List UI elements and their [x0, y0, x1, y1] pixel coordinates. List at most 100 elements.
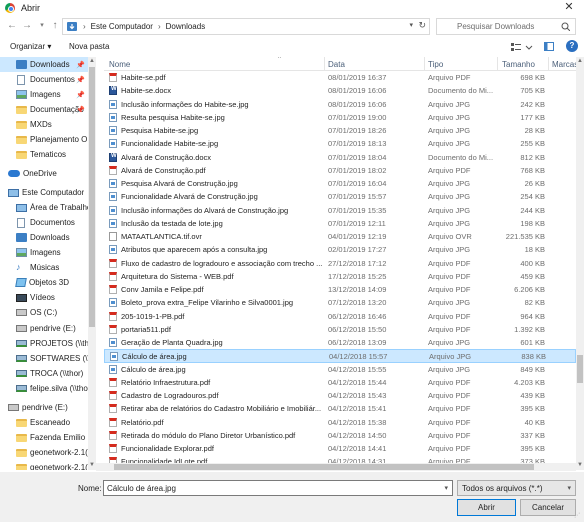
column-header-name[interactable]: Nome [109, 60, 130, 69]
breadcrumb-downloads[interactable]: Downloads [166, 22, 206, 31]
file-row[interactable]: portaria511.pdf 06/12/2018 15:50 Arquivo P… [104, 323, 576, 336]
pin-icon[interactable]: 📌 [76, 106, 85, 114]
sidebar-item[interactable]: Vídeos [0, 290, 88, 305]
scroll-up-icon[interactable]: ▲ [576, 57, 584, 66]
file-row[interactable]: Fluxo de cadastro de logradouro e associ… [104, 257, 576, 270]
file-row[interactable]: Habite-se.pdf 08/01/2019 16:37 Arquivo PDF… [104, 71, 576, 84]
open-button[interactable]: Abrir [457, 499, 516, 516]
sidebar-item[interactable]: Documentos 📌 [0, 72, 88, 87]
file-row[interactable]: Pesquisa Alvará de Construção.jpg 07/01/2… [104, 177, 576, 190]
column-header-type[interactable]: Tipo [428, 60, 443, 69]
sidebar-item[interactable]: Planejamento O [0, 132, 88, 147]
scroll-up-icon[interactable]: ▲ [88, 57, 96, 66]
column-header-tags[interactable]: Marcas [552, 60, 576, 69]
preview-pane-icon[interactable] [544, 42, 554, 51]
file-row[interactable]: Relatório.pdf 04/12/2018 15:38 Arquivo PDF… [104, 416, 576, 429]
sidebar-item[interactable]: pendrive (E:) [0, 400, 88, 415]
file-row[interactable]: Resulta pesquisa Habite-se.jpg 07/01/2019… [104, 111, 576, 124]
search-input[interactable]: Pesquisar Downloads [436, 18, 576, 35]
sidebar-item[interactable]: Objetos 3D [0, 275, 88, 290]
view-options-icon[interactable] [511, 42, 533, 52]
sidebar-item[interactable]: TROCA (\\thor) [0, 366, 88, 381]
column-divider[interactable] [424, 57, 425, 71]
column-header-date[interactable]: Data [328, 60, 345, 69]
sidebar-item[interactable]: Documentos [0, 215, 88, 230]
file-row[interactable]: Alvará de Construção.pdf 07/01/2019 18:02… [104, 164, 576, 177]
sidebar-item[interactable]: Documentação 📌 [0, 102, 88, 117]
recent-locations-icon[interactable]: ▾ [36, 19, 48, 33]
file-row[interactable]: Atributos que aparecem após a consulta.j… [104, 243, 576, 256]
file-row[interactable]: Boleto_prova extra_Felipe Vilarinho e Si… [104, 296, 576, 309]
sidebar-item[interactable]: Fazenda Emilio [0, 430, 88, 445]
sidebar-item[interactable]: Downloads [0, 230, 88, 245]
file-row[interactable]: Funcionalidade Alvará de Construção.jpg 0… [104, 190, 576, 203]
breadcrumb-este-computador[interactable]: Este Computador [91, 22, 153, 31]
filename-input[interactable]: Cálculo de área.jpg ▾ [103, 480, 453, 496]
file-row[interactable]: Conv Jamila e Felipe.pdf 13/12/2018 14:09… [104, 283, 576, 296]
sidebar-item[interactable]: Downloads 📌 [0, 57, 88, 72]
sidebar-item[interactable]: Imagens 📌 [0, 87, 88, 102]
chevron-down-icon[interactable]: ▾ [567, 484, 571, 492]
sidebar-item[interactable]: OneDrive [0, 166, 88, 181]
scrollbar-thumb[interactable] [114, 464, 534, 470]
sidebar-item[interactable]: SOFTWARES (\\th [0, 351, 88, 366]
sidebar-item[interactable]: geonetwork-2.1( [0, 445, 88, 460]
sidebar-item[interactable]: OS (C:) [0, 305, 88, 320]
organize-button[interactable]: Organizar ▾ [10, 42, 51, 51]
file-row[interactable]: Cálculo de área.jpg 04/12/2018 15:55 Arqui… [104, 363, 576, 376]
sidebar-item[interactable]: felipe.silva (\\tho [0, 381, 88, 396]
file-row[interactable]: Retirada do módulo do Plano Diretor Urba… [104, 429, 576, 442]
sidebar-item[interactable]: geonetwork-2.1( [0, 460, 88, 470]
file-row[interactable]: Alvará de Construção.docx 07/01/2019 18:0… [104, 151, 576, 164]
pin-icon[interactable]: 📌 [76, 76, 85, 84]
file-row[interactable]: MATAATLANTICA.tif.ovr 04/01/2019 12:19 Arq… [104, 230, 576, 243]
pin-icon[interactable]: 📌 [76, 61, 85, 69]
sidebar-item[interactable]: Este Computador [0, 185, 88, 200]
search-icon[interactable] [561, 22, 570, 31]
column-divider[interactable] [497, 57, 498, 71]
column-header-size[interactable]: Tamanho [502, 60, 535, 69]
chevron-down-icon[interactable]: ▾ [444, 484, 448, 492]
file-type-select[interactable]: Todos os arquivos (*.*) ▾ [457, 480, 576, 496]
sidebar-item[interactable]: Escaneado [0, 415, 88, 430]
file-row[interactable]: 205-1019-1-PB.pdf 06/12/2018 16:46 Arquivo… [104, 310, 576, 323]
file-row[interactable]: Cadastro de Logradouros.pdf 04/12/2018 15… [104, 389, 576, 402]
help-icon[interactable]: ? [566, 40, 578, 52]
scrollbar-thumb[interactable] [89, 67, 95, 327]
file-row[interactable]: Relatório Infraestrutura.pdf 04/12/2018 1… [104, 376, 576, 389]
file-row[interactable]: Pesquisa Habite-se.jpg 07/01/2019 18:26 Ar… [104, 124, 576, 137]
file-list-scrollbar[interactable]: ▲ ▼ [576, 57, 584, 470]
sidebar-item[interactable]: PROJETOS (\\thor [0, 336, 88, 351]
resize-grip-icon[interactable]: ⋰ [574, 512, 582, 520]
column-divider[interactable] [548, 57, 549, 71]
new-folder-button[interactable]: Nova pasta [69, 42, 109, 51]
sidebar-item[interactable]: Imagens [0, 245, 88, 260]
cancel-button[interactable]: Cancelar [520, 499, 576, 516]
file-row[interactable]: Cálculo de área.jpg 04/12/2018 15:57 Arqui… [104, 349, 576, 363]
pin-icon[interactable]: 📌 [76, 91, 85, 99]
refresh-icon[interactable]: ↻ [418, 20, 426, 31]
file-row[interactable]: Geração de Planta Quadra.jpg 06/12/2018 1… [104, 336, 576, 349]
sidebar-item[interactable]: MXDs [0, 117, 88, 132]
chevron-down-icon[interactable]: ▾ [409, 21, 413, 29]
sidebar-item[interactable]: Área de Trabalho [0, 200, 88, 215]
sidebar-item[interactable]: ♪ Músicas [0, 260, 88, 275]
file-row[interactable]: Arquitetura do Sistema - WEB.pdf 17/12/20… [104, 270, 576, 283]
horizontal-scrollbar[interactable] [96, 463, 576, 471]
file-row[interactable]: Inclusão informações do Habite-se.jpg 08/… [104, 98, 576, 111]
navigation-scrollbar[interactable]: ▲ ▼ [88, 57, 96, 470]
forward-arrow-icon[interactable]: → [21, 19, 33, 33]
scroll-down-icon[interactable]: ▼ [576, 461, 584, 470]
sidebar-item[interactable]: pendrive (E:) [0, 321, 88, 336]
sidebar-item[interactable]: Tematicos [0, 147, 88, 162]
close-button[interactable]: ✕ [554, 0, 584, 15]
file-row[interactable]: Funcionalidade Habite-se.jpg 07/01/2019 1… [104, 137, 576, 150]
file-row[interactable]: Habite-se.docx 08/01/2019 16:06 Documento … [104, 84, 576, 97]
file-row[interactable]: Retirar aba de relatórios do Cadastro Mo… [104, 402, 576, 415]
column-divider[interactable] [324, 57, 325, 71]
up-arrow-icon[interactable]: ↑ [49, 19, 61, 33]
back-arrow-icon[interactable]: ← [6, 19, 18, 33]
scrollbar-thumb[interactable] [577, 355, 583, 383]
file-row[interactable]: Inclusão informações do Alvará de Constr… [104, 204, 576, 217]
file-row[interactable]: Funcionalidade Explorar.pdf 04/12/2018 14… [104, 442, 576, 455]
